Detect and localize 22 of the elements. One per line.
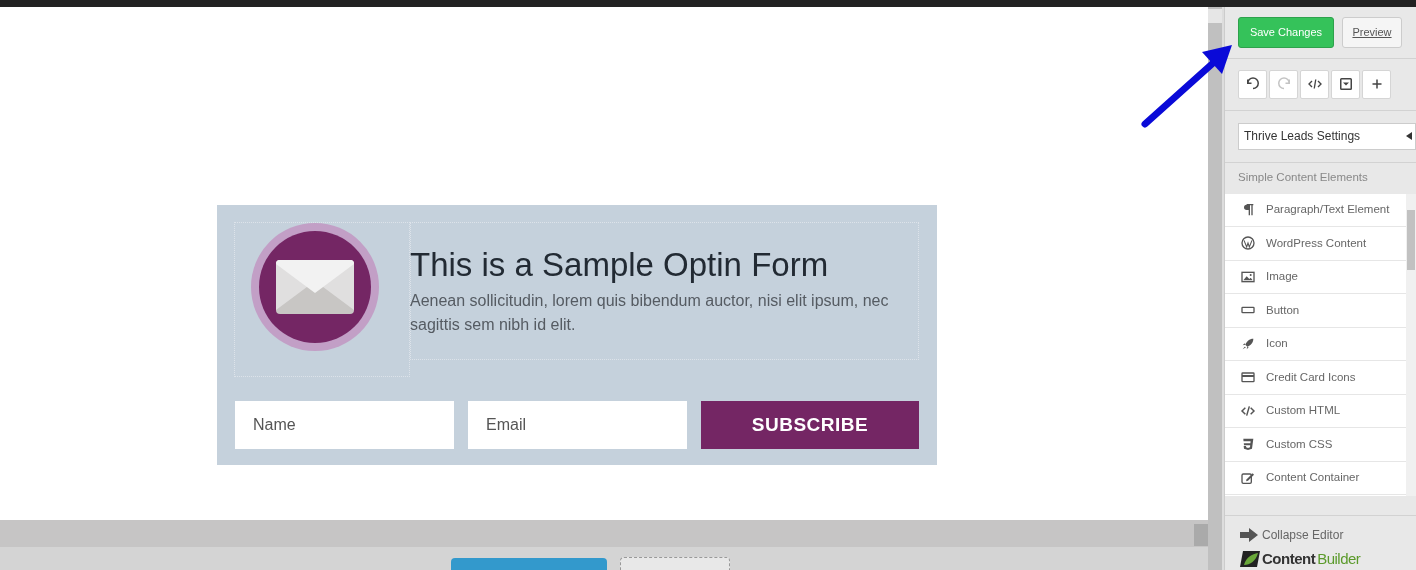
caret-icon bbox=[1406, 132, 1412, 141]
collapse-handle[interactable] bbox=[1194, 524, 1208, 546]
wordpress-icon bbox=[1240, 235, 1256, 252]
form-title: This is a Sample Optin Form bbox=[410, 245, 830, 285]
logo-text: Content bbox=[1262, 548, 1316, 569]
form-description: Aenean sollicitudin, lorem quis bibendum auctor, nisi elit ipsum, nec sagittis sem nibh id elit. bbox=[410, 291, 890, 335]
subscribe-button[interactable]: SUBSCRIBE bbox=[701, 401, 919, 449]
logo-text: Builder bbox=[1317, 548, 1361, 569]
css-icon bbox=[1240, 436, 1256, 453]
scrollbar[interactable] bbox=[1406, 193, 1416, 496]
collapse-editor-link[interactable]: Collapse Editor bbox=[1240, 525, 1416, 544]
toolbar-button[interactable] bbox=[1331, 69, 1360, 99]
arrow-right-icon bbox=[1240, 527, 1258, 542]
settings-dropdown[interactable]: Thrive Leads Settings bbox=[1238, 122, 1416, 150]
toolbar-button[interactable] bbox=[1300, 69, 1329, 99]
toolbar-button[interactable] bbox=[1238, 69, 1267, 99]
leaf-icon bbox=[1240, 550, 1260, 567]
scrollbar[interactable] bbox=[1208, 7, 1222, 570]
toolbar-button[interactable] bbox=[1362, 69, 1391, 99]
preview-button[interactable]: Preview bbox=[1342, 16, 1402, 48]
text-field[interactable]: Name bbox=[235, 401, 454, 449]
text-field[interactable]: Email bbox=[468, 401, 687, 449]
